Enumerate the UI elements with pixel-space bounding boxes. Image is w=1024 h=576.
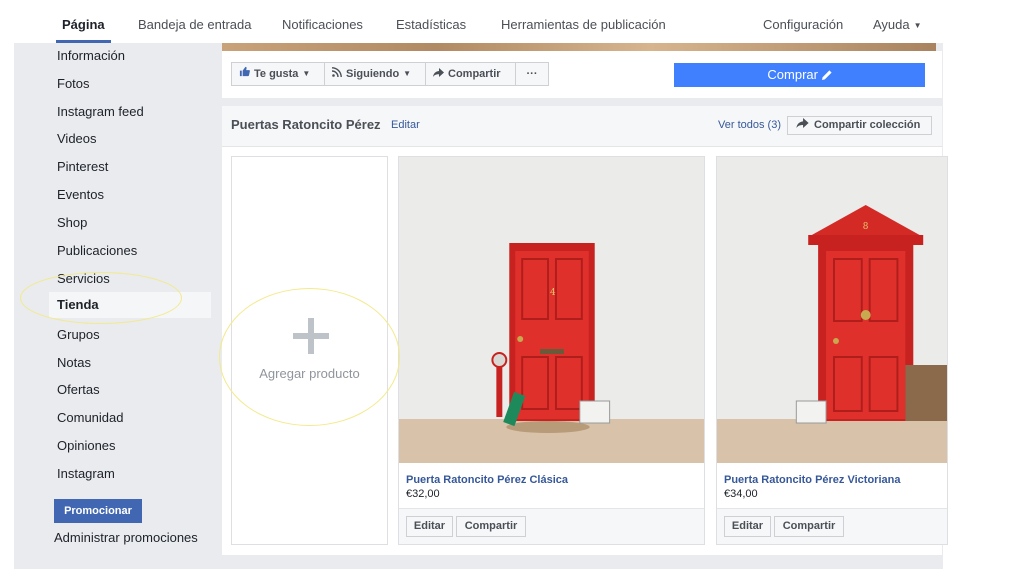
- pencil-icon: [821, 67, 832, 82]
- like-label: Te gusta: [254, 68, 299, 80]
- tab-estadisticas[interactable]: Estadísticas: [396, 17, 466, 32]
- sidebar-item-publicaciones[interactable]: Publicaciones: [57, 243, 137, 258]
- sidebar-item-opiniones[interactable]: Opiniones: [57, 438, 116, 453]
- sidebar-item-servicios[interactable]: Servicios: [57, 271, 110, 286]
- sidebar-item-tienda[interactable]: Tienda: [57, 297, 99, 312]
- add-product-label: Agregar producto: [259, 366, 360, 381]
- door-number: 8: [863, 222, 869, 232]
- sidebar-item-comunidad[interactable]: Comunidad: [57, 410, 124, 425]
- help-menu[interactable]: Ayuda ▼: [873, 17, 922, 32]
- share-collection-label: Compartir colección: [814, 119, 921, 131]
- door-number: 4: [550, 288, 556, 298]
- buy-label: Comprar: [767, 67, 818, 82]
- plus-icon: [293, 318, 329, 354]
- sidebar-item-shop[interactable]: Shop: [57, 215, 87, 230]
- tab-pagina[interactable]: Página: [62, 17, 105, 32]
- active-tab-indicator: [56, 40, 111, 43]
- like-button[interactable]: Te gusta ▼: [231, 62, 325, 86]
- edit-collection-link[interactable]: Editar: [391, 119, 420, 131]
- sidebar-item-grupos[interactable]: Grupos: [57, 327, 100, 342]
- more-options-button[interactable]: ···: [515, 62, 549, 86]
- sidebar-item-videos[interactable]: Videos: [57, 131, 97, 146]
- tab-bandeja-de-entrada[interactable]: Bandeja de entrada: [138, 17, 251, 32]
- following-label: Siguiendo: [346, 68, 400, 80]
- share-collection-button[interactable]: Compartir colección: [787, 116, 932, 135]
- tab-notificaciones[interactable]: Notificaciones: [282, 17, 363, 32]
- right-margin: [943, 43, 1010, 576]
- sidebar-item-ofertas[interactable]: Ofertas: [57, 382, 100, 397]
- sidebar-item-eventos[interactable]: Eventos: [57, 187, 104, 202]
- caret-down-icon: ▼: [913, 21, 922, 30]
- settings-link[interactable]: Configuración: [763, 17, 843, 32]
- share-product-button[interactable]: Compartir: [456, 516, 526, 537]
- share-label: Compartir: [448, 68, 501, 80]
- sidebar-item-instagram-feed[interactable]: Instagram feed: [57, 104, 144, 119]
- product-name[interactable]: Puerta Ratoncito Pérez Victoriana: [724, 474, 900, 486]
- sidebar-item-instagram[interactable]: Instagram: [57, 466, 115, 481]
- sidebar-item-notas[interactable]: Notas: [57, 355, 91, 370]
- promote-button[interactable]: Promocionar: [54, 499, 142, 523]
- sidebar-item-pinterest[interactable]: Pinterest: [57, 159, 108, 174]
- sidebar-item-informacion[interactable]: Información: [57, 48, 125, 63]
- product-image-classic-door: 4: [399, 157, 704, 463]
- product-image-victorian-door: 8: [717, 157, 947, 463]
- caret-down-icon: ▼: [403, 69, 412, 78]
- help-label: Ayuda: [873, 17, 910, 32]
- edit-product-button[interactable]: Editar: [724, 516, 771, 537]
- tab-herramientas[interactable]: Herramientas de publicación: [501, 17, 666, 32]
- sidebar-item-fotos[interactable]: Fotos: [57, 76, 90, 91]
- edit-product-button[interactable]: Editar: [406, 516, 453, 537]
- buy-button[interactable]: Comprar: [674, 63, 925, 87]
- share-page-button[interactable]: Compartir: [425, 62, 516, 86]
- product-price: €34,00: [724, 488, 758, 500]
- share-product-button[interactable]: Compartir: [774, 516, 844, 537]
- collection-title: Puertas Ratoncito Pérez: [231, 117, 381, 132]
- top-navigation: Página Bandeja de entrada Notificaciones…: [0, 0, 1024, 43]
- product-card[interactable]: 8 Puerta Ratoncito Pérez Victoriana €34,…: [716, 156, 948, 545]
- caret-down-icon: ▼: [302, 69, 311, 78]
- product-name[interactable]: Puerta Ratoncito Pérez Clásica: [406, 474, 568, 486]
- share-arrow-icon: [796, 117, 809, 134]
- product-price: €32,00: [406, 488, 440, 500]
- manage-promotions-link[interactable]: Administrar promociones: [54, 530, 198, 545]
- cover-photo: [222, 43, 936, 51]
- thumbs-up-icon: [239, 63, 250, 85]
- rss-icon: [331, 63, 342, 85]
- view-all-link[interactable]: Ver todos (3): [718, 119, 781, 131]
- product-card[interactable]: 4 Puerta Ratoncito Pérez Clásica €32,00 …: [398, 156, 705, 545]
- following-button[interactable]: Siguiendo ▼: [324, 62, 426, 86]
- share-arrow-icon: [433, 63, 444, 85]
